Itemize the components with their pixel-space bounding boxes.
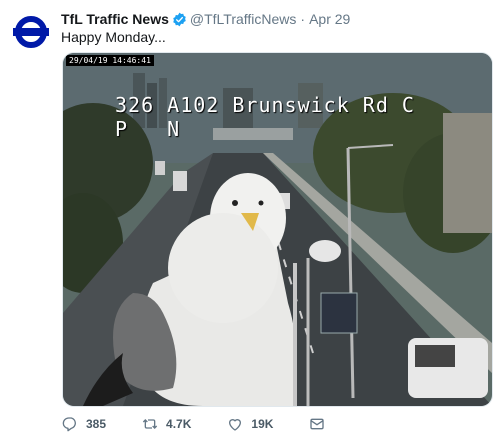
roundel-logo-icon — [13, 16, 49, 48]
verified-badge-icon — [172, 12, 187, 27]
reply-button[interactable]: 385 — [62, 416, 106, 432]
tweet-header: TfL Traffic News @TfLTrafficNews · Apr 2… — [61, 9, 492, 29]
tweet-date[interactable]: Apr 29 — [309, 11, 350, 27]
dm-icon — [310, 418, 325, 430]
retweet-button[interactable]: 4.7K — [142, 416, 191, 432]
tweet-media-image[interactable]: 29/04/19 14:46:41 326 A102 Brunswick Rd … — [62, 52, 493, 407]
avatar[interactable] — [12, 13, 50, 51]
direct-message-button[interactable] — [309, 416, 333, 432]
tweet-text: Happy Monday... — [61, 29, 166, 45]
tweet-actions: 385 4.7K 19K — [62, 416, 369, 432]
like-count: 19K — [251, 417, 274, 431]
separator-dot: · — [300, 11, 306, 27]
retweet-icon — [142, 419, 158, 429]
reply-count: 385 — [86, 417, 107, 431]
reply-icon — [62, 417, 77, 432]
camera-label-line2: P N — [115, 117, 181, 141]
retweet-count: 4.7K — [166, 417, 192, 431]
camera-timestamp: 29/04/19 14:46:41 — [66, 55, 154, 66]
like-icon — [229, 419, 242, 431]
author-handle[interactable]: @TfLTrafficNews — [190, 11, 297, 27]
camera-label-line1: 326 A102 Brunswick Rd C — [115, 93, 415, 117]
author-name[interactable]: TfL Traffic News — [61, 11, 169, 27]
like-button[interactable]: 19K — [227, 416, 273, 432]
